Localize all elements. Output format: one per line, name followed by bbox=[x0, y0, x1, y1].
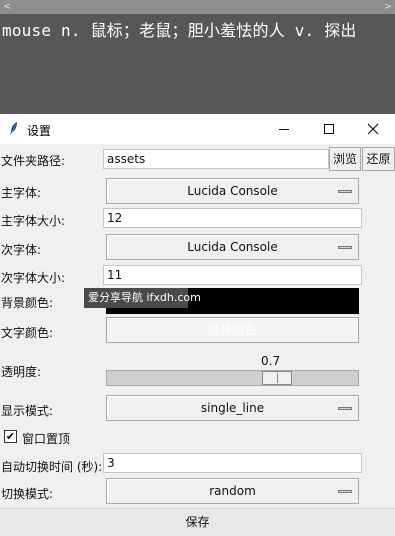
switch-mode-label: 切换模式: bbox=[1, 487, 54, 501]
dropdown-indicator-icon bbox=[338, 407, 352, 410]
minimize-icon bbox=[279, 129, 289, 130]
opacity-slider-track[interactable] bbox=[106, 370, 359, 386]
primary-font-label: 主字体: bbox=[1, 186, 42, 200]
display-mode-label: 显示模式: bbox=[1, 404, 54, 418]
primary-size-label: 主字体大小: bbox=[1, 214, 66, 228]
opacity-value: 0.7 bbox=[261, 354, 281, 368]
secondary-size-input[interactable]: 11 bbox=[103, 265, 362, 285]
restore-button[interactable]: 还原 bbox=[362, 147, 395, 171]
close-icon bbox=[367, 123, 379, 135]
opacity-slider-handle[interactable] bbox=[261, 371, 292, 385]
secondary-font-select[interactable]: Lucida Console bbox=[106, 234, 359, 260]
display-mode-select[interactable]: single_line bbox=[106, 395, 359, 421]
scroll-left-arrow-icon[interactable]: < bbox=[1, 0, 13, 14]
watermark-overlay: 爱分享导航 ifxdh.com bbox=[84, 288, 201, 308]
on-top-checkbox[interactable]: ✔ bbox=[4, 430, 17, 443]
dropdown-indicator-icon bbox=[338, 190, 352, 193]
interval-label: 自动切换时间 (秒): bbox=[1, 460, 103, 474]
bg-color-label: 背景颜色: bbox=[1, 296, 54, 310]
primary-size-input[interactable]: 12 bbox=[103, 208, 362, 228]
check-icon: ✔ bbox=[5, 430, 16, 443]
on-top-label: 窗口置顶 bbox=[22, 432, 71, 446]
folder-path-input[interactable]: assets bbox=[103, 149, 329, 169]
switch-mode-value: random bbox=[209, 484, 256, 498]
close-button[interactable] bbox=[351, 114, 395, 144]
word-definition-text: mouse n. 鼠标；老鼠；胆小羞怯的人 v. 探出 bbox=[2, 21, 357, 40]
browse-button[interactable]: 浏览 bbox=[329, 147, 361, 171]
dropdown-indicator-icon bbox=[338, 246, 352, 249]
minimize-button[interactable] bbox=[262, 114, 306, 144]
settings-window: 设置 文件夹路径: assets 浏览 还原 主字体: Lucida Conso… bbox=[0, 114, 395, 536]
secondary-font-value: Lucida Console bbox=[187, 240, 278, 254]
dropdown-indicator-icon bbox=[338, 490, 352, 493]
text-color-button[interactable]: 选择颜色 bbox=[106, 317, 359, 343]
maximize-icon bbox=[324, 124, 334, 134]
word-display-strip: < > mouse n. 鼠标；老鼠；胆小羞怯的人 v. 探出 bbox=[0, 0, 395, 114]
window-title: 设置 bbox=[27, 124, 52, 138]
primary-font-select[interactable]: Lucida Console bbox=[106, 178, 359, 204]
folder-path-label: 文件夹路径: bbox=[1, 154, 66, 168]
feather-icon bbox=[10, 122, 17, 136]
word-scrollbar[interactable]: < > bbox=[0, 0, 395, 14]
secondary-font-label: 次字体: bbox=[1, 243, 42, 257]
switch-mode-select[interactable]: random bbox=[106, 478, 359, 504]
save-button[interactable]: 保存 bbox=[0, 509, 395, 536]
title-bar[interactable]: 设置 bbox=[0, 114, 395, 144]
maximize-button[interactable] bbox=[307, 114, 351, 144]
secondary-size-label: 次字体大小: bbox=[1, 271, 66, 285]
bottom-bar: 保存 bbox=[0, 508, 395, 536]
primary-font-value: Lucida Console bbox=[187, 184, 278, 198]
opacity-label: 透明度: bbox=[1, 365, 42, 379]
scroll-right-arrow-icon[interactable]: > bbox=[382, 0, 394, 14]
interval-input[interactable]: 3 bbox=[103, 453, 362, 473]
display-mode-value: single_line bbox=[200, 401, 265, 415]
text-color-label: 文字颜色: bbox=[1, 326, 54, 340]
